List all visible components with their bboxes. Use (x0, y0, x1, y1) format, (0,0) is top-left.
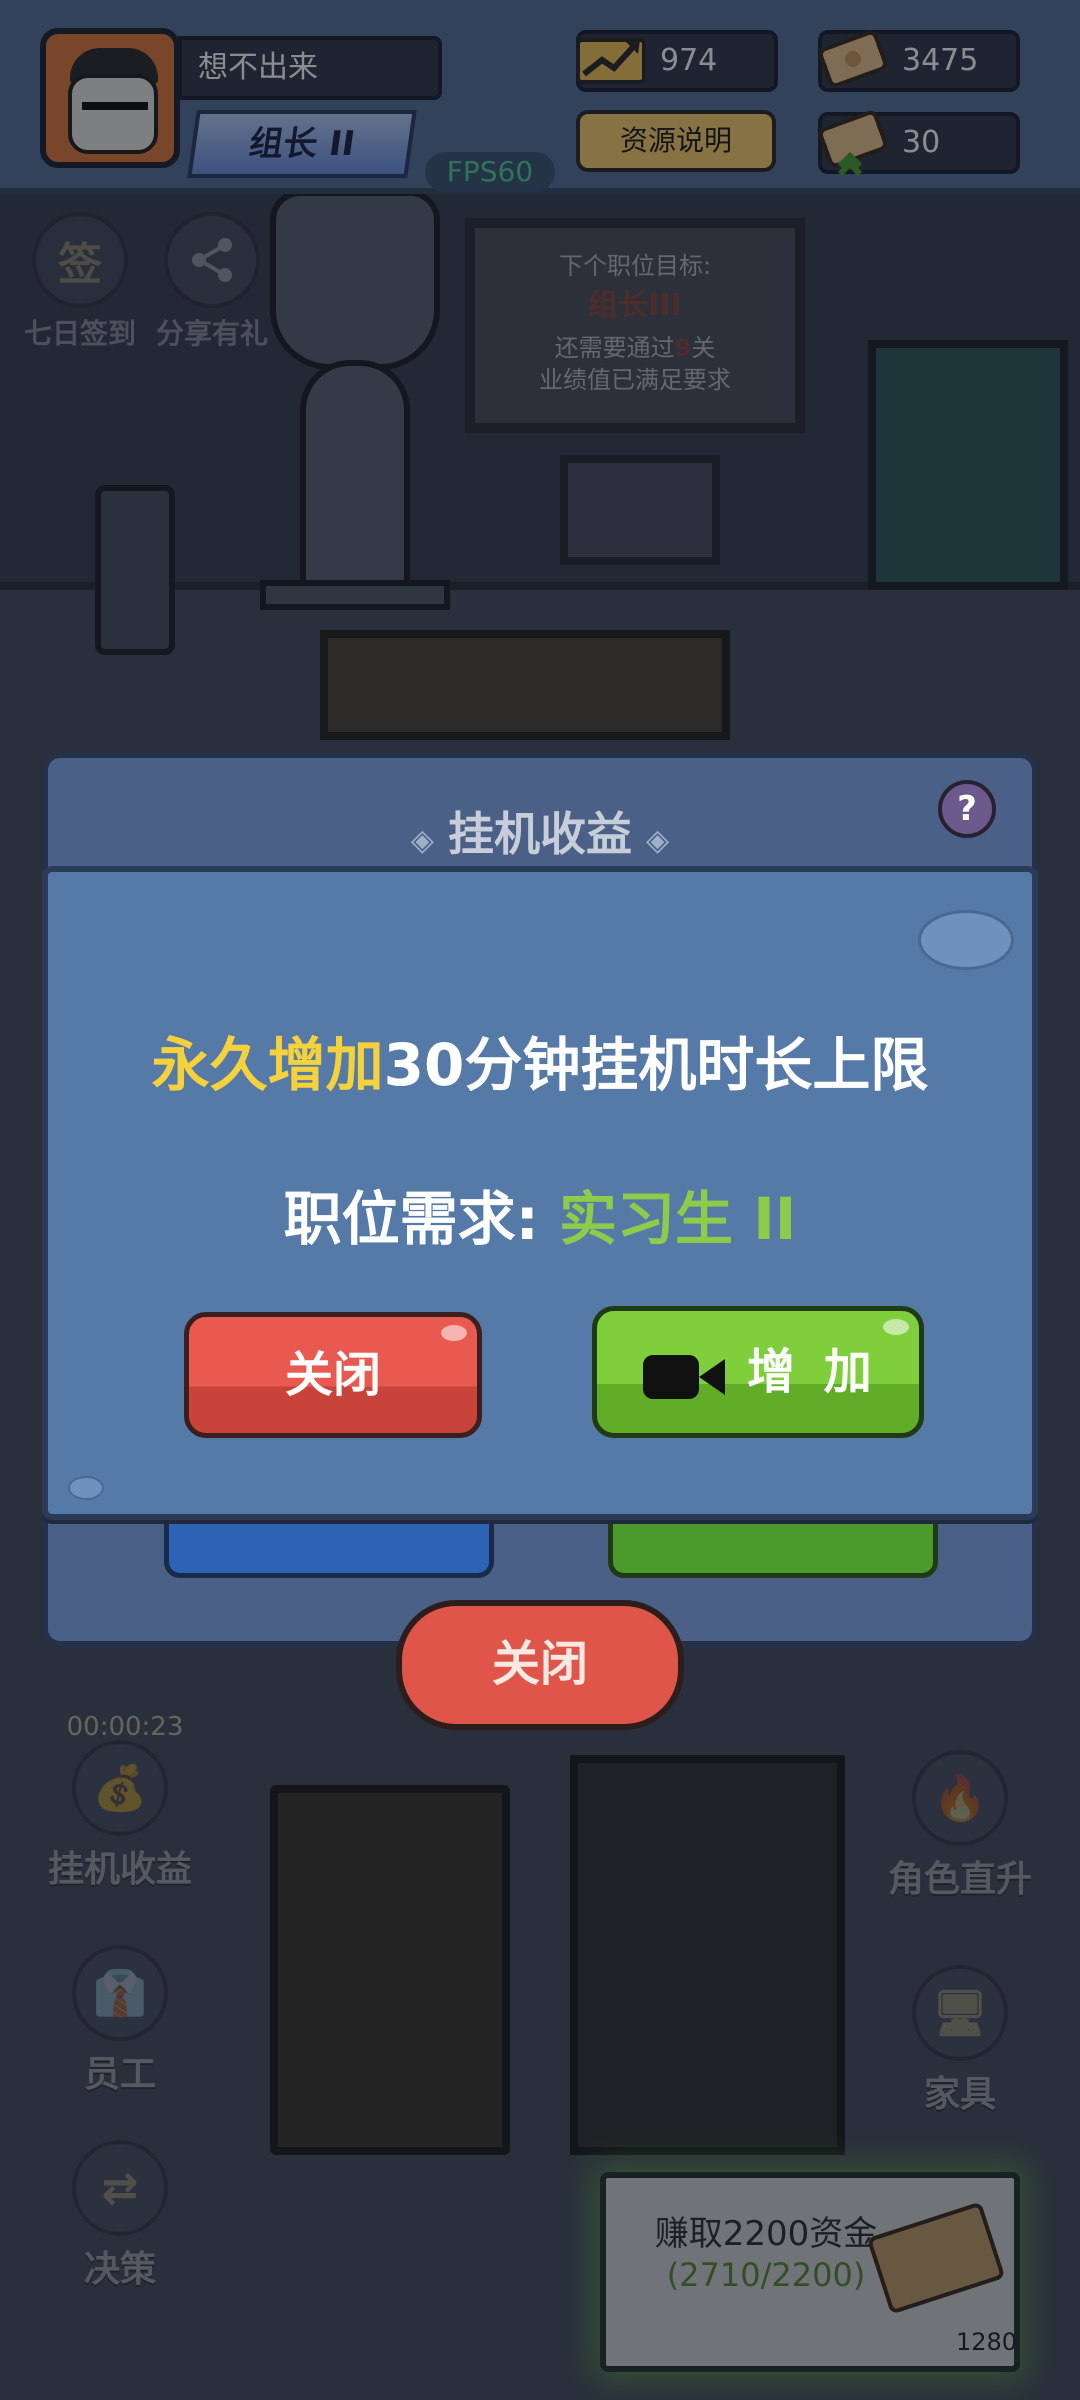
message-rest: 30分钟挂机时长上限 (383, 1031, 929, 1099)
dialog-decoration (918, 910, 1014, 970)
add-button[interactable]: 增 加 (592, 1306, 924, 1438)
diamond-right-icon: ◈ (646, 823, 670, 858)
dialog-decoration-small (68, 1476, 104, 1500)
message-highlight: 永久增加 (151, 1031, 384, 1099)
help-button[interactable]: ? (938, 780, 996, 838)
video-camera-icon (643, 1355, 725, 1399)
close-button[interactable]: 关闭 (184, 1312, 482, 1438)
panel-title: ◈ 挂机收益 ◈ (48, 798, 1032, 864)
dialog-message: 永久增加30分钟挂机时长上限 (48, 1018, 1032, 1102)
panel-title-text: 挂机收益 (448, 807, 632, 861)
requirement-label: 职位需求: (283, 1185, 539, 1253)
button-shine (441, 1325, 467, 1341)
panel-close-button[interactable]: 关闭 (396, 1600, 684, 1730)
add-button-label: 增 加 (747, 1344, 878, 1400)
dialog-requirement: 职位需求: 实习生 II (48, 1172, 1032, 1256)
close-button-label: 关闭 (284, 1347, 381, 1403)
requirement-value: 实习生 II (559, 1185, 797, 1253)
diamond-left-icon: ◈ (410, 823, 434, 858)
button-shine (883, 1319, 909, 1335)
increase-limit-dialog: 永久增加30分钟挂机时长上限 职位需求: 实习生 II 关闭 增 加 (42, 866, 1038, 1520)
